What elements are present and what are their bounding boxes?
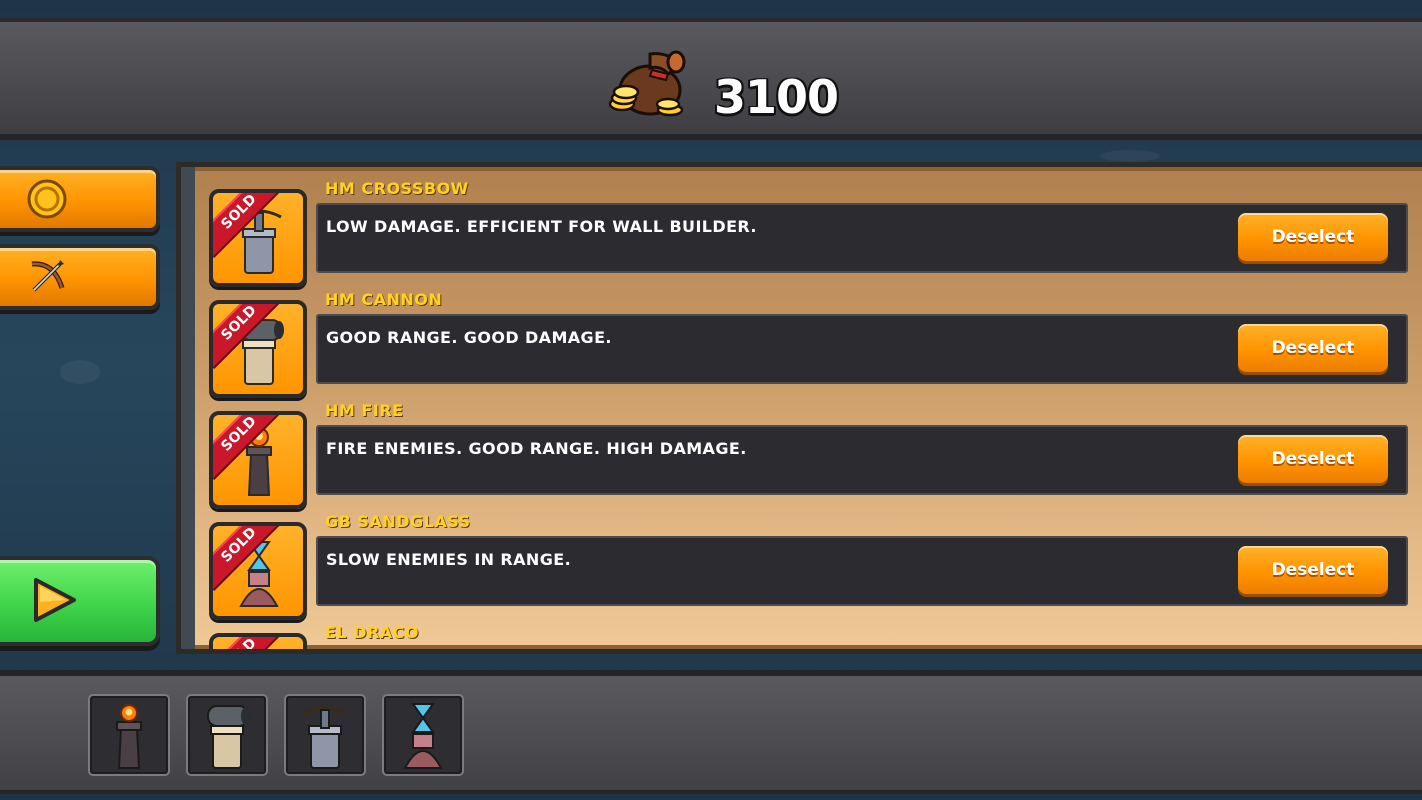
crossbow-icon xyxy=(31,260,65,292)
gold-coin-icon xyxy=(27,179,67,219)
selected-slot-3[interactable] xyxy=(284,694,366,776)
deselect-button[interactable]: Deselect xyxy=(1238,546,1388,594)
tower-title: HM FIRE xyxy=(325,401,404,420)
tower-thumbnail[interactable]: SOLD xyxy=(209,300,307,398)
description-box: FIRE ENEMIES. GOOD RANGE. HIGH DAMAGE. D… xyxy=(316,425,1408,495)
top-bar: 3100 xyxy=(0,18,1422,140)
tower-thumbnail[interactable]: SOLD xyxy=(209,411,307,509)
tower-title: HM CANNON xyxy=(325,290,443,309)
tower-thumbnail[interactable]: SOLD xyxy=(209,633,307,649)
deselect-button[interactable]: Deselect xyxy=(1238,435,1388,483)
description-box: LOW DAMAGE. EFFICIENT FOR WALL BUILDER. … xyxy=(316,203,1408,273)
crossbow-tab-button[interactable] xyxy=(0,244,160,310)
selected-slot-4[interactable] xyxy=(382,694,464,776)
tower-list-panel: SOLD HM CROSSBOW LOW DAMAGE. EFFICIENT F… xyxy=(176,162,1422,654)
panel-edge xyxy=(181,167,195,649)
tower-row-sandglass: SOLD GB SANDGLASS SLOW ENEMIES IN RANGE.… xyxy=(199,510,1422,620)
tower-title: GB SANDGLASS xyxy=(325,512,471,531)
tower-title: EL DRACO xyxy=(325,623,420,642)
selected-slot-1[interactable] xyxy=(88,694,170,776)
description-box: SLOW ENEMIES IN RANGE. Deselect xyxy=(316,536,1408,606)
play-icon xyxy=(34,578,76,622)
crossbow-tower-icon xyxy=(302,706,348,769)
selected-slot-2[interactable] xyxy=(186,694,268,776)
sandglass-tower-icon xyxy=(403,703,443,769)
tower-description: SLOW ENEMIES IN RANGE. xyxy=(326,550,572,569)
tower-description: GOOD RANGE. GOOD DAMAGE. xyxy=(326,328,612,347)
description-box: GOOD RANGE. GOOD DAMAGE. Deselect xyxy=(316,314,1408,384)
tower-thumbnail[interactable]: SOLD xyxy=(209,522,307,620)
fire-tower-icon xyxy=(116,704,142,769)
tower-row-fire: SOLD HM FIRE FIRE ENEMIES. GOOD RANGE. H… xyxy=(199,399,1422,509)
cannon-tower-icon xyxy=(207,705,251,769)
coin-tab-button[interactable] xyxy=(0,166,160,232)
selected-towers-bar xyxy=(0,670,1422,794)
coin-bag-icon xyxy=(608,50,686,117)
tower-row-draco: SOLD EL DRACO xyxy=(199,621,1422,649)
tower-row-crossbow: SOLD HM CROSSBOW LOW DAMAGE. EFFICIENT F… xyxy=(199,177,1422,287)
background-spot xyxy=(1100,150,1160,162)
background-spot xyxy=(60,360,100,384)
tower-description: FIRE ENEMIES. GOOD RANGE. HIGH DAMAGE. xyxy=(326,439,747,458)
tower-description: LOW DAMAGE. EFFICIENT FOR WALL BUILDER. xyxy=(326,217,757,236)
deselect-button[interactable]: Deselect xyxy=(1238,324,1388,372)
play-button[interactable] xyxy=(0,556,160,646)
tower-title: HM CROSSBOW xyxy=(325,179,469,198)
deselect-button[interactable]: Deselect xyxy=(1238,213,1388,261)
coin-amount: 3100 xyxy=(714,70,839,124)
tower-row-cannon: SOLD HM CANNON GOOD RANGE. GOOD DAMAGE. … xyxy=(199,288,1422,398)
tower-thumbnail[interactable]: SOLD xyxy=(209,189,307,287)
